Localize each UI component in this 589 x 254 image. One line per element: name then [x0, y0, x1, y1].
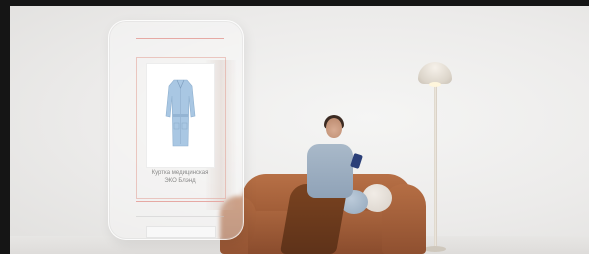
- person-head: [326, 118, 342, 138]
- hero-image: [10, 6, 589, 254]
- product-card[interactable]: [146, 63, 215, 168]
- device-action-button[interactable]: [146, 226, 216, 238]
- floor-lamp-bulb: [429, 82, 441, 87]
- product-caption: Куртка медицинская ЭКО Блэнд: [140, 169, 220, 185]
- device-bottom-line-secondary: [136, 216, 224, 217]
- medical-jacket-image: [165, 79, 196, 147]
- device-bottom-line: [136, 201, 224, 202]
- product-subname: ЭКО Блэнд: [164, 178, 196, 184]
- device-top-line: [136, 38, 224, 39]
- person-torso: [307, 144, 353, 198]
- floor-lamp-pole: [434, 84, 437, 252]
- floor-lamp-base: [424, 246, 446, 252]
- floor-lamp-shade: [418, 62, 452, 84]
- product-name: Куртка медицинская: [151, 170, 209, 176]
- screen-frame: Куртка медицинская ЭКО Блэнд: [0, 0, 589, 254]
